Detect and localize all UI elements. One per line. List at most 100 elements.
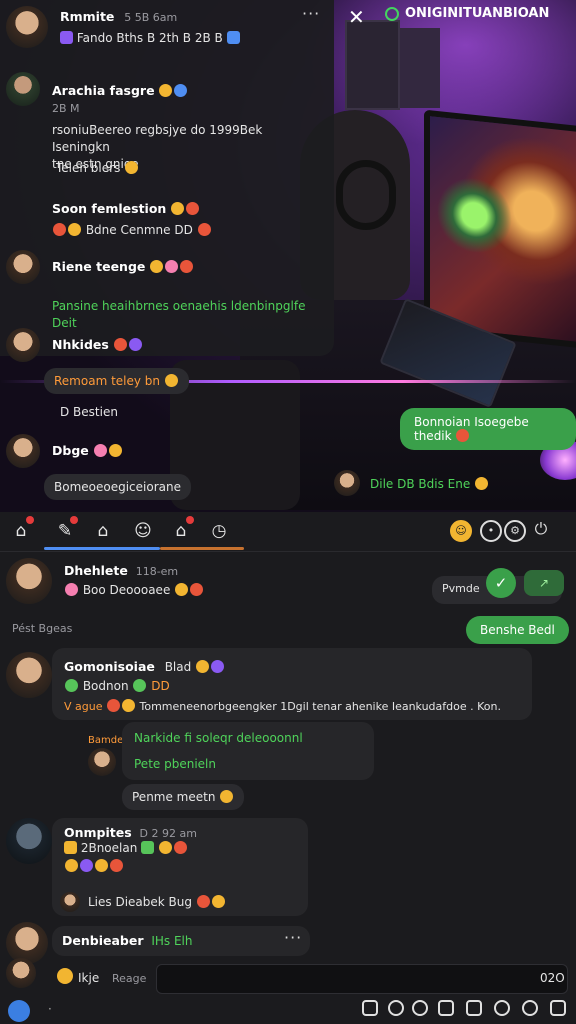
live-indicator-icon <box>385 6 399 21</box>
message-line: Telen blers <box>56 161 121 175</box>
pill-text: Bomeoeoegiceiorane <box>54 480 181 494</box>
tab-home-2[interactable]: ⌂ <box>92 520 114 542</box>
active-tab-indicator <box>44 547 160 550</box>
composer-label: Ikje <box>78 971 100 985</box>
avatar[interactable] <box>6 250 40 284</box>
share-icon[interactable]: ↗ <box>524 570 564 596</box>
message: Dbge <box>52 442 123 460</box>
message-line: Pansine heaihbrnes oenaehis ldenbinpglfe <box>52 299 306 313</box>
sent-message-bubble[interactable]: Benshe Bedl <box>466 616 569 644</box>
tag-icon[interactable] <box>466 1000 482 1016</box>
tab-indicator-secondary <box>160 547 244 550</box>
timestamp: 5 5B 6am <box>124 11 178 24</box>
compass-icon[interactable] <box>412 1000 428 1016</box>
overlay-header: Rmmite 5 5B 6am <box>60 8 177 26</box>
settings-icon[interactable]: ⚙ <box>504 520 526 542</box>
message: Arachia fasgre <box>52 82 188 100</box>
tab-clock[interactable]: ◷ <box>208 520 230 542</box>
avatar[interactable] <box>6 6 48 48</box>
message-sub: Bodnon DD <box>64 678 170 695</box>
avatar[interactable] <box>60 892 80 912</box>
close-icon[interactable]: ✕ <box>348 5 365 29</box>
user-name: Riene teenge <box>52 259 146 274</box>
more-options-icon[interactable]: ··· <box>302 4 320 23</box>
avatar[interactable] <box>6 328 40 362</box>
chat-icon[interactable] <box>362 1000 378 1016</box>
user-tag: IHs Elh <box>151 934 193 948</box>
reactions-row: Boo Deoooaee <box>64 582 204 599</box>
avatar[interactable] <box>88 748 116 776</box>
sub-text: Fando Bths B 2th B 2B B <box>76 31 223 45</box>
message-prefix: V ague <box>64 700 103 713</box>
message: Nhkides <box>52 336 143 354</box>
stream-brand: ONIGINITUANBIOAN <box>385 6 549 21</box>
composer-hint: Reage <box>112 972 147 985</box>
sent-message-bubble[interactable]: Bonnoian Isoegebe thedik <box>400 408 576 450</box>
history-icon[interactable] <box>494 1000 510 1016</box>
chat-app: ⌂ ✎ ⌂ ☺ ⌂ ◷ ☺ • ⚙ ⏻ Dhehlete 118-em Boo … <box>0 512 576 1024</box>
message-pill[interactable]: Bomeoeoegiceiorane <box>44 474 191 500</box>
tab-emoji[interactable]: ☺ <box>132 520 154 542</box>
globe-icon[interactable] <box>388 1000 404 1016</box>
message-line: Deit <box>52 316 77 330</box>
settings-icon[interactable] <box>550 1000 566 1016</box>
power-icon[interactable]: ⏻ <box>530 520 552 542</box>
reactions-row: Bdne Cenmne DD <box>52 222 212 239</box>
scene-poster-2 <box>400 28 440 108</box>
clock-icon[interactable] <box>522 1000 538 1016</box>
avatar[interactable] <box>6 72 40 106</box>
avatar[interactable] <box>6 818 52 864</box>
avatar[interactable] <box>6 922 48 964</box>
notification-badge <box>26 516 34 524</box>
avatar[interactable] <box>6 558 52 604</box>
notification-badge <box>70 516 78 524</box>
smile-icon[interactable]: ☺ <box>450 520 472 542</box>
scene-headset <box>336 160 396 230</box>
user-name: Denbieaber <box>62 933 144 948</box>
scene-monitor <box>424 109 576 349</box>
sub-text: Bodnon <box>82 679 129 693</box>
user-tag: Blad <box>164 660 192 674</box>
tab-bar: ⌂ ✎ ⌂ ☺ ⌂ ◷ ☺ • ⚙ ⏻ <box>0 512 576 552</box>
timestamp: 2B M <box>52 102 80 115</box>
scene-poster <box>345 20 400 110</box>
circle-icon[interactable]: • <box>480 520 502 542</box>
emoji-icon[interactable] <box>57 968 73 984</box>
user-name: Soon femlestion <box>52 201 167 216</box>
message-sub: 2Bnoelan <box>64 840 188 857</box>
avatar[interactable] <box>6 434 40 468</box>
message-input[interactable] <box>156 964 568 994</box>
date-label: Pést Bgeas <box>12 622 73 635</box>
message: Soon femlestion <box>52 200 200 218</box>
more-options-icon[interactable]: ··· <box>284 928 302 947</box>
reaction-text: Bdne Cenmne DD <box>85 223 193 237</box>
reaction-text: Boo Deoooaee <box>82 583 171 597</box>
message-line: rsoniuBeereo regbsjye do 1999Bek Isening… <box>52 123 263 154</box>
reply-line: Pete pbenieln <box>134 757 216 771</box>
reply-author: Bamde <box>88 735 124 746</box>
bubble-text: Bonnoian Isoegebe thedik <box>414 415 529 443</box>
message-text: Pansine heaihbrnes oenaehis ldenbinpglfe… <box>52 298 322 332</box>
avatar[interactable] <box>334 470 360 496</box>
check-icon[interactable]: ✓ <box>486 568 516 598</box>
reply-line: Narkide fi soleqr deleooonnl <box>134 731 303 745</box>
pill-text: Pvmde <box>442 582 480 595</box>
message: Denbieaber IHs Elh <box>62 932 192 950</box>
avatar[interactable] <box>6 652 52 698</box>
reactions-row <box>64 858 124 875</box>
avatar[interactable] <box>6 958 36 988</box>
message-line: Tommeneenorbgeengker 1Dgil tenar ahenike… <box>139 700 501 713</box>
timestamp: 118-em <box>135 565 179 578</box>
app-logo-icon[interactable] <box>8 1000 30 1022</box>
user-name: Rmmite <box>60 9 115 24</box>
message-text: Telen blers <box>56 160 139 177</box>
user-name: Onmpites <box>64 825 132 840</box>
background-scene: ✕ ONIGINITUANBIOAN Rmmite 5 5B 6am ··· F… <box>0 0 576 512</box>
message-pill[interactable]: Penme meetn <box>122 784 245 810</box>
user-name: Gomonisoiae <box>64 659 155 674</box>
char-count: 02O <box>540 971 565 985</box>
message-icon[interactable] <box>438 1000 454 1016</box>
user-name: Dbge <box>52 443 89 458</box>
message-pill[interactable]: Remoam teley bn <box>44 368 189 394</box>
chat-overlay-panel: Rmmite 5 5B 6am ··· Fando Bths B 2th B 2… <box>0 0 334 362</box>
